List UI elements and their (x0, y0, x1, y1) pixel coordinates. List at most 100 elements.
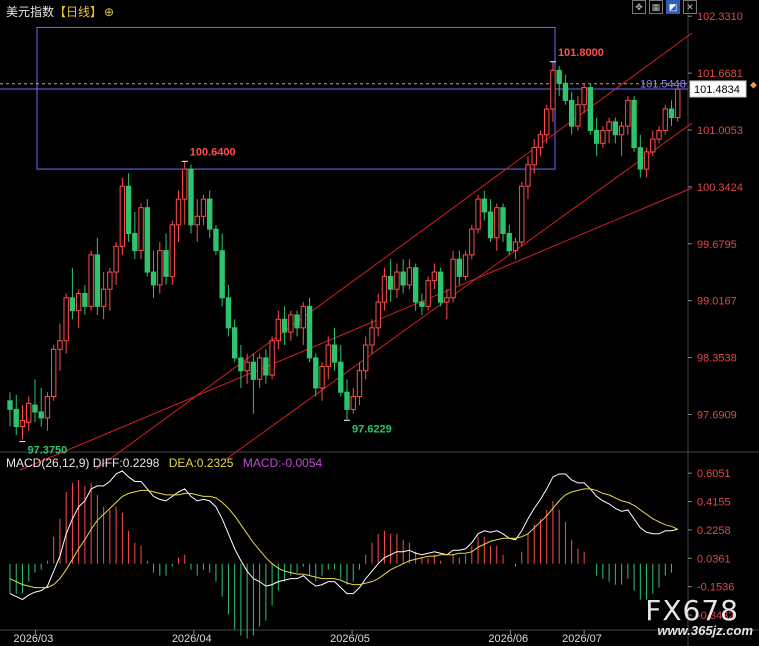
candle-up (369, 327, 375, 346)
price-tick-label: 102.3310 (697, 11, 743, 23)
candle-up (375, 301, 381, 329)
lock-icon[interactable]: ⊕ (104, 5, 114, 19)
candle-down (388, 275, 394, 290)
candle-up (288, 314, 294, 333)
time-tick-label: 2026/05 (330, 633, 370, 645)
candle-up (675, 88, 681, 119)
candle-down (412, 267, 419, 303)
candle-up (244, 361, 250, 372)
candle-up (119, 185, 126, 247)
close-icon[interactable]: ✕ (683, 0, 697, 14)
candle-up (531, 147, 537, 166)
candle-down (188, 168, 194, 226)
candle-up (406, 267, 413, 286)
macd-value: MACD:-0.0054 (242, 456, 323, 470)
candle-up (544, 108, 550, 136)
candle-up (26, 402, 32, 423)
time-tick-label: 2026/03 (14, 633, 54, 645)
price-chart[interactable]: 102.3310 101.6681 101.0053 100.3424 99.6795 9… (0, 0, 759, 646)
time-tick-label: 2026/07 (562, 633, 602, 645)
candle-up (44, 396, 51, 419)
candle-up (300, 305, 306, 329)
current-price-label: 101.4834 (694, 84, 740, 96)
candle-down (150, 271, 157, 286)
candle-up (175, 198, 182, 226)
candle-down (331, 344, 338, 363)
candle-up (425, 280, 431, 307)
candle-down (500, 207, 506, 234)
candle-up (512, 241, 519, 252)
candle-up (444, 297, 450, 303)
channel-line (94, 32, 693, 471)
candle-up (494, 207, 500, 239)
candle-up (469, 228, 475, 256)
grid-icon[interactable]: ▦ (649, 0, 663, 14)
move-icon[interactable]: ✥ (632, 0, 646, 14)
candle-up (475, 198, 481, 230)
candle-up (57, 340, 63, 350)
candle-down (506, 232, 512, 252)
macd-tick-label: 0.2258 (697, 525, 731, 537)
candle-down (306, 305, 313, 359)
candle-up (319, 365, 325, 389)
candle-down (419, 301, 425, 307)
extreme-label: 100.6400 (190, 146, 236, 158)
candle-down (568, 99, 575, 127)
candle-down (263, 357, 269, 376)
candle-up (269, 340, 275, 376)
candle-up (51, 348, 57, 398)
candle-down (132, 232, 138, 252)
macd-tick-label: 0.4155 (697, 497, 731, 509)
channel-line (224, 122, 693, 461)
candle-down (163, 250, 169, 277)
candle-up (662, 108, 668, 131)
site-watermark: www.365jz.com (657, 623, 753, 638)
candle-down (587, 87, 594, 131)
candle-down (238, 357, 244, 372)
candle-down (437, 271, 444, 303)
candle-up (19, 420, 26, 428)
line-price-arrow: ◆ (750, 80, 757, 90)
macd-legend: MACD(26,12,9) DIFF:0.2298 DEA:0.2325 MAC… (6, 456, 322, 470)
macd-tick-label: -0.1536 (697, 582, 734, 594)
candle-down (481, 198, 487, 213)
candle-up (656, 129, 662, 140)
candle-down (593, 129, 600, 144)
candle-down (344, 391, 350, 410)
candle-down (94, 254, 101, 307)
candle-down (631, 99, 637, 149)
chart-title: 美元指数【日线】 ⊕ (6, 3, 114, 20)
candle-up (550, 69, 556, 110)
candle-up (643, 151, 650, 170)
candle-down (32, 404, 38, 413)
candle-down (13, 408, 19, 428)
candle-up (75, 293, 82, 312)
extreme-label: 97.3750 (27, 445, 67, 457)
cycle-label[interactable]: 【日线】 (54, 5, 102, 19)
chart-icon[interactable]: ◩ (666, 0, 680, 14)
candle-up (88, 254, 94, 307)
price-tick-label: 98.3538 (697, 353, 737, 365)
toolbar: ✥ ▦ ◩ ✕ (632, 0, 697, 14)
candle-up (325, 344, 331, 367)
candle-down (250, 361, 257, 380)
candle-up (63, 297, 69, 342)
candle-down (82, 293, 88, 307)
price-tick-label: 101.0053 (697, 125, 743, 137)
candle-up (431, 271, 438, 282)
candle-down (456, 258, 463, 277)
candle-up (381, 275, 388, 303)
macd-params: MACD(26,12,9) (6, 456, 90, 470)
candle-down (38, 411, 44, 419)
candle-up (537, 134, 544, 149)
candle-down (637, 147, 643, 170)
candle-up (157, 250, 163, 286)
candle-up (356, 370, 363, 398)
candle-up (194, 215, 200, 226)
candle-up (138, 207, 144, 252)
candle-up (107, 271, 113, 290)
candle-up (200, 198, 207, 217)
candle-down (225, 297, 232, 329)
candle-up (519, 185, 525, 243)
candle-down (556, 69, 562, 84)
